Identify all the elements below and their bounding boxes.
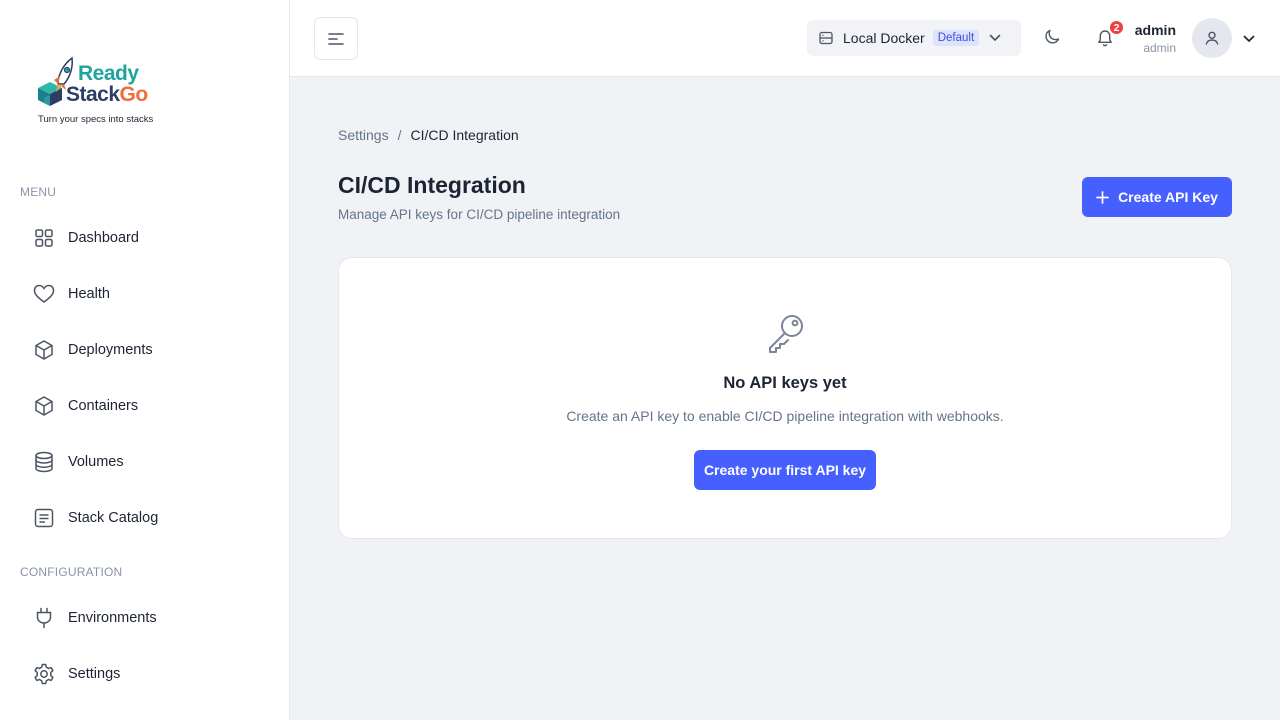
menu-heading: MENU	[20, 185, 57, 199]
create-api-key-label: Create API Key	[1118, 189, 1218, 205]
catalog-icon	[32, 506, 56, 530]
theme-toggle-button[interactable]	[1042, 26, 1064, 48]
chevron-down-icon[interactable]	[1243, 30, 1255, 48]
user-menu[interactable]: admin admin	[1110, 18, 1260, 60]
grid-icon	[32, 226, 56, 250]
breadcrumb-current: CI/CD Integration	[410, 127, 519, 143]
cube-icon	[32, 338, 56, 362]
sidebar-item-label: Stack Catalog	[68, 510, 159, 526]
environment-name: Local Docker	[843, 30, 925, 46]
empty-state-title: No API keys yet	[723, 374, 847, 392]
sidebar-item-label: Environments	[68, 610, 157, 626]
sidebar-item-health[interactable]: Health	[20, 272, 270, 316]
empty-state-description: Create an API key to enable CI/CD pipeli…	[566, 408, 1004, 424]
empty-state-card: No API keys yet Create an API key to ena…	[338, 257, 1232, 539]
create-first-api-key-button[interactable]: Create your first API key	[694, 450, 876, 490]
page-title: CI/CD Integration	[338, 172, 526, 198]
sidebar-item-dashboard[interactable]: Dashboard	[20, 216, 270, 260]
user-name: admin	[1134, 22, 1176, 38]
sidebar-item-label: Volumes	[68, 454, 124, 470]
breadcrumb-separator: /	[397, 127, 402, 143]
sidebar-item-environments[interactable]: Environments	[20, 596, 270, 640]
brand-name-stack: Stack	[66, 83, 120, 106]
brand-name-go: Go	[119, 83, 149, 106]
top-header: Local Docker Default 2 admin admin	[290, 0, 1280, 77]
gear-icon	[32, 662, 56, 686]
sidebar-item-label: Dashboard	[68, 230, 139, 246]
breadcrumb-settings-link[interactable]: Settings	[338, 127, 389, 143]
sidebar-item-stack-catalog[interactable]: Stack Catalog	[20, 496, 270, 540]
sidebar-item-settings[interactable]: Settings	[20, 652, 270, 696]
configuration-heading: CONFIGURATION	[20, 565, 123, 579]
brand-logo[interactable]: Ready StackGo Turn your specs into stack…	[36, 54, 176, 128]
avatar[interactable]	[1192, 18, 1232, 58]
sidebar-item-volumes[interactable]: Volumes	[20, 440, 270, 484]
database-icon	[32, 450, 56, 474]
key-icon	[769, 315, 803, 353]
plus-icon	[1096, 190, 1109, 204]
cube-icon	[32, 394, 56, 418]
breadcrumb: Settings / CI/CD Integration	[338, 127, 519, 143]
brand-name-stackgo: StackGo	[66, 83, 148, 107]
user-role: admin	[1143, 41, 1176, 55]
sidebar-item-label: Deployments	[68, 342, 153, 358]
page-subtitle: Manage API keys for CI/CD pipeline integ…	[338, 207, 621, 222]
sidebar: Ready StackGo Turn your specs into stack…	[0, 0, 290, 720]
environment-selector[interactable]: Local Docker Default	[807, 20, 1021, 56]
chevron-down-icon	[989, 34, 1001, 42]
brand-tagline: Turn your specs into stacks	[38, 114, 154, 125]
sidebar-item-label: Health	[68, 286, 110, 302]
create-api-key-button[interactable]: Create API Key	[1082, 177, 1232, 217]
sidebar-item-deployments[interactable]: Deployments	[20, 328, 270, 372]
sidebar-item-label: Containers	[68, 398, 139, 414]
user-icon	[1205, 31, 1219, 45]
plug-icon	[32, 606, 56, 630]
environment-default-badge: Default	[932, 30, 980, 46]
moon-icon	[1045, 29, 1060, 44]
sidebar-item-containers[interactable]: Containers	[20, 384, 270, 428]
server-icon	[819, 31, 833, 45]
menu-icon	[328, 32, 344, 45]
sidebar-toggle-button[interactable]	[314, 17, 358, 60]
heart-icon	[32, 282, 56, 306]
sidebar-item-label: Settings	[68, 666, 121, 682]
